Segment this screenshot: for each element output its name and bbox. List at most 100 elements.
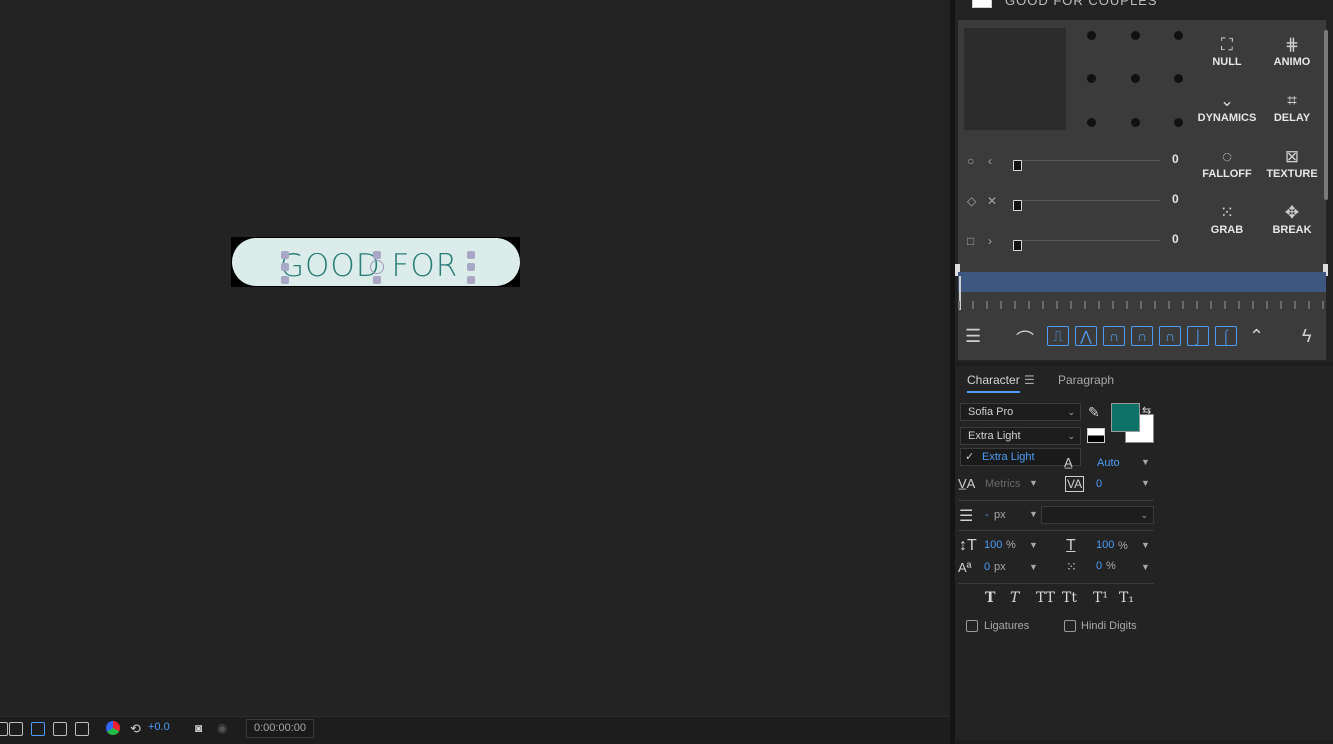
fill-color-swatch[interactable] [1111,403,1140,432]
horizontal-scale-value[interactable]: 100 [1096,539,1114,551]
x-icon[interactable]: ✕ [987,194,997,208]
slider-value[interactable]: 0 [1172,192,1179,206]
ligatures-checkbox[interactable] [966,620,978,632]
break-button[interactable]: ✥ BREAK [1261,202,1323,236]
stroke-style-dropdown[interactable]: ⌄ [1041,506,1154,524]
slider-track[interactable] [1016,240,1160,241]
font-style-dropdown[interactable]: Extra Light ⌄ [960,427,1081,445]
grab-button[interactable]: ⁙ GRAB [1196,202,1258,236]
chevron-down-icon[interactable]: ▼ [1029,562,1038,572]
all-caps-button[interactable]: TT [1036,590,1055,606]
transform-handle[interactable] [467,263,475,271]
ease-in-icon[interactable]: ⌡ [1187,326,1209,346]
channels-icon[interactable] [106,721,120,735]
tsume-value[interactable]: 0 [1096,560,1102,572]
small-caps-button[interactable]: Tt [1062,590,1077,606]
superscript-button[interactable]: T¹ [1093,590,1108,606]
eyedropper-icon[interactable]: ✎ [1088,404,1100,421]
anchor-dot[interactable] [1174,118,1183,127]
panel-menu-icon[interactable]: ☰ [1024,373,1035,387]
circle-icon[interactable]: ○ [967,154,974,168]
menu-item-extra-light[interactable]: Extra Light [982,451,1035,463]
swap-colors-icon[interactable]: ⇆ [1142,404,1151,417]
transform-handle[interactable] [467,276,475,284]
chevron-down-icon[interactable]: ▼ [1029,478,1038,488]
delay-button[interactable]: ⌗ DELAY [1261,90,1323,124]
chevron-down-icon[interactable]: ▼ [1029,509,1038,519]
anchor-dot[interactable] [1174,74,1183,83]
frame-icons[interactable]: ⌜⌝⌜⌝⌜⌝ [1235,0,1305,8]
slider-knob[interactable] [1013,200,1022,211]
anchor-dot[interactable] [1087,74,1096,83]
tab-paragraph[interactable]: Paragraph [1058,373,1114,387]
baseline-shift-value[interactable]: 0 [984,561,990,573]
show-snapshot-icon[interactable]: ◉ [217,721,227,735]
scrollbar[interactable] [1324,30,1328,200]
transform-handle[interactable] [373,276,381,284]
slider-value[interactable]: 0 [1172,232,1179,246]
timecode-field[interactable]: 0:00:00:00 [246,719,314,738]
ease-peak-icon[interactable]: ⋀ [1075,326,1097,346]
anchor-dot[interactable] [1174,31,1183,40]
slider-value[interactable]: 0 [1172,152,1179,166]
animo-button[interactable]: ⋕ ANIMO [1261,34,1323,68]
chevron-down-icon[interactable]: ▼ [1141,457,1150,467]
slider-knob[interactable] [1013,160,1022,171]
chevron-down-icon[interactable]: ▼ [1141,540,1150,550]
chevron-left-icon[interactable]: ‹ [988,154,992,168]
exposure-reset-icon[interactable]: ⟲ [130,721,141,737]
slider-track[interactable] [1016,160,1160,161]
square-icon[interactable]: □ [967,234,974,248]
anchor-dot[interactable] [1131,118,1140,127]
texture-button[interactable]: ⊠ TEXTURE [1261,146,1323,180]
faux-italic-button[interactable]: T [1010,590,1019,606]
guides-icon[interactable] [53,722,67,736]
ease-out-arch-icon[interactable]: ∩ [1159,326,1181,346]
ease-linear-icon[interactable]: ⎍ [1047,326,1069,346]
anchor-dot[interactable] [1131,74,1140,83]
hindi-digits-checkbox[interactable] [1064,620,1076,632]
snapshot-icon[interactable]: ◙ [195,721,202,735]
transform-handle[interactable] [467,251,475,259]
transform-handle[interactable] [281,263,289,271]
null-button[interactable]: ⛶ NULL [1196,34,1258,68]
collapse-icon[interactable]: ⌃ [1249,326,1264,347]
transform-handle[interactable] [281,251,289,259]
faux-bold-button[interactable]: T [985,590,995,606]
tracking-value[interactable]: 0 [1096,478,1102,490]
slider-knob[interactable] [1013,240,1022,251]
ease-in-arch-icon[interactable]: ∩ [1131,326,1153,346]
anchor-dot[interactable] [1087,118,1096,127]
anchor-dot[interactable] [1131,31,1140,40]
menu-icon[interactable]: ☰ [965,326,981,347]
transform-handle[interactable] [281,276,289,284]
transform-handle[interactable] [373,251,381,259]
slider-track[interactable] [1016,200,1160,201]
chevron-down-icon[interactable]: ▼ [1141,562,1150,572]
ease-arch-icon[interactable]: ∩ [1103,326,1125,346]
kerning-value[interactable]: Metrics [985,478,1020,490]
ease-out-icon[interactable]: ⌠ [1215,326,1237,346]
timeline-bar[interactable] [958,272,1326,292]
tab-character[interactable]: Character [967,373,1020,393]
safe-margins-icon[interactable] [75,722,89,736]
chevron-down-icon[interactable]: ▼ [1029,540,1038,550]
font-family-dropdown[interactable]: Sofia Pro ⌄ [960,403,1081,421]
exposure-value[interactable]: +0.0 [148,721,170,733]
chevron-right-icon[interactable]: › [988,234,992,248]
anchor-dot[interactable] [1087,31,1096,40]
stroke-width-value[interactable]: - [985,509,989,521]
anchor-point-icon[interactable] [370,260,384,274]
add-curve-icon[interactable]: ⌒ [1016,326,1034,352]
transparency-grid-icon[interactable] [9,722,23,736]
vertical-scale-value[interactable]: 100 [984,539,1002,551]
composition-viewer[interactable] [0,0,950,716]
default-colors-icon[interactable] [1087,428,1105,443]
diamond-icon[interactable]: ◇ [967,194,976,208]
chevron-down-icon[interactable]: ▼ [1141,478,1150,488]
falloff-button[interactable]: ◌ FALLOFF [1196,146,1258,180]
region-icon[interactable] [0,722,8,736]
dynamics-button[interactable]: ⌄ DYNAMICS [1196,90,1258,124]
lightning-icon[interactable]: ϟ [1302,326,1312,347]
subscript-button[interactable]: T₁ [1119,590,1134,606]
